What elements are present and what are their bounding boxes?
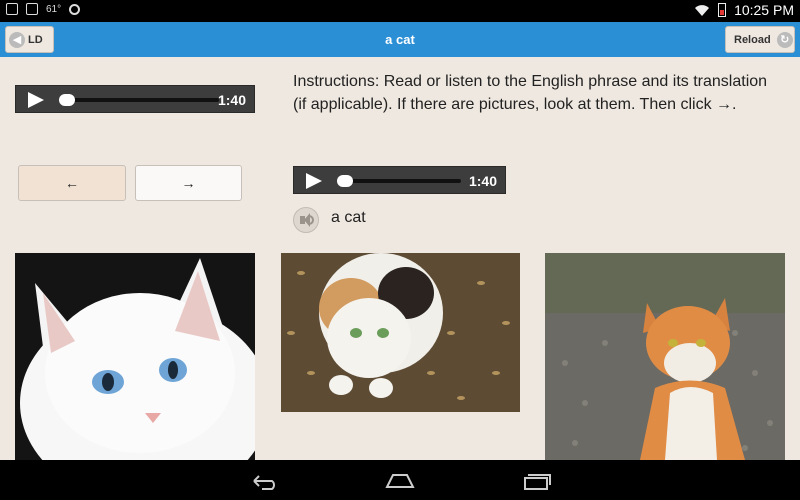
- page-title: a cat: [385, 32, 415, 47]
- reload-icon: ↻: [776, 31, 793, 48]
- seek-bar[interactable]: [339, 179, 461, 183]
- speaker-icon[interactable]: [293, 207, 319, 233]
- white-cat-image: [15, 253, 255, 460]
- seek-handle[interactable]: [337, 175, 353, 187]
- audio-duration: 1:40: [217, 92, 246, 108]
- orange-white-cat-image: [545, 253, 785, 460]
- reload-button[interactable]: Reload ↻: [725, 26, 795, 53]
- tablet-icon: [6, 3, 18, 15]
- settings-icon: [69, 3, 81, 15]
- clock: 10:25 PM: [734, 2, 794, 18]
- audio-player-instructions: 1:40: [15, 85, 255, 113]
- audio-player-phrase: 1:40: [293, 166, 506, 194]
- phrase-text: a cat: [331, 209, 366, 226]
- recent-apps-icon[interactable]: [522, 472, 552, 490]
- play-icon[interactable]: [28, 92, 44, 108]
- back-icon[interactable]: [250, 472, 280, 490]
- back-button[interactable]: ◀ LD: [5, 26, 54, 53]
- calico-cat-image: [281, 253, 520, 412]
- seek-bar[interactable]: [61, 98, 219, 102]
- reload-button-label: Reload: [734, 33, 771, 46]
- home-icon[interactable]: [385, 472, 415, 490]
- battery-icon: [718, 3, 727, 17]
- app-bar: a cat ◀ LD Reload ↻: [0, 22, 800, 57]
- temperature-text: 61°: [46, 3, 62, 15]
- previous-button[interactable]: ←: [18, 165, 126, 201]
- image-icon: [26, 3, 38, 15]
- status-bar: 61° 10:25 PM: [0, 0, 800, 22]
- wifi-icon: [695, 5, 710, 16]
- play-icon[interactable]: [306, 173, 322, 189]
- seek-handle[interactable]: [59, 94, 75, 106]
- instructions-text: Instructions: Read or listen to the Engl…: [293, 73, 768, 113]
- back-button-label: LD: [28, 33, 43, 46]
- system-navigation-bar: [0, 460, 800, 500]
- arrow-left-icon: ◀: [9, 31, 25, 48]
- next-button[interactable]: →: [135, 165, 242, 201]
- audio-duration: 1:40: [468, 173, 497, 189]
